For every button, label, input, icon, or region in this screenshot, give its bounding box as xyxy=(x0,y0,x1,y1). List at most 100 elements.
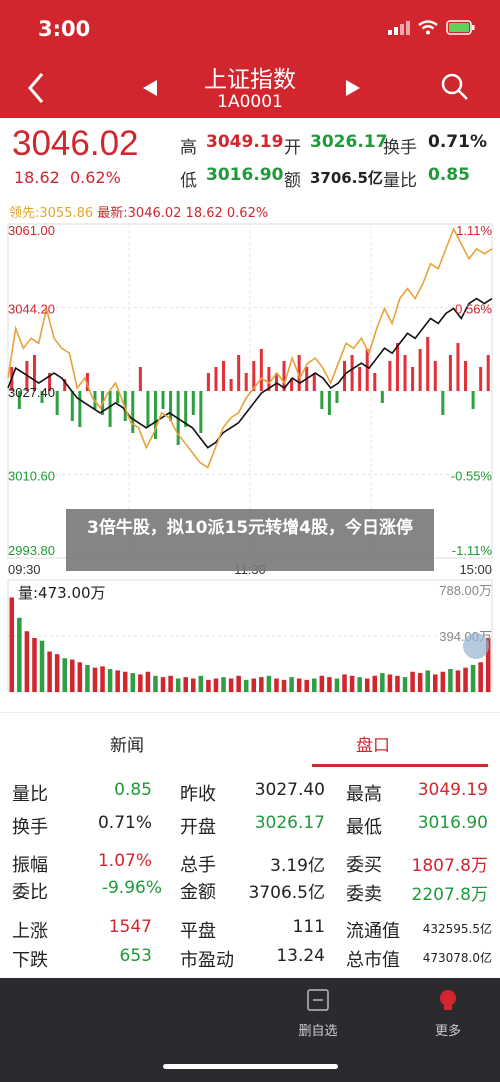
stat-label: 总手 xyxy=(180,855,216,876)
remove-watchlist-button[interactable]: 删自选 xyxy=(290,988,346,1039)
volume-bar xyxy=(357,677,362,692)
volume-bar xyxy=(198,675,204,692)
volume-bar xyxy=(39,640,45,692)
y-tick-label-right: -0.55% xyxy=(451,469,493,484)
stat-value: 3049.19 xyxy=(417,780,488,800)
change-bar xyxy=(169,391,173,421)
change-bar xyxy=(426,337,430,391)
change-bar xyxy=(411,367,415,391)
volume-bar xyxy=(281,679,287,692)
stat-value: 1807.8万 xyxy=(411,856,488,876)
change-bar xyxy=(259,349,263,391)
change-bar xyxy=(335,391,339,403)
change-bar xyxy=(448,355,452,391)
change-bar xyxy=(199,391,203,433)
volume-bar xyxy=(138,674,143,692)
news-popup[interactable]: 3倍牛股，拟10派15元转增4股，今日涨停 xyxy=(66,509,434,571)
change-bar xyxy=(373,373,377,391)
volume-bar xyxy=(387,674,393,692)
volume-bar xyxy=(130,673,136,692)
change-bar xyxy=(433,361,437,391)
more-icon xyxy=(440,990,456,1010)
change-bar xyxy=(464,361,468,391)
stat-value: 13.24 xyxy=(276,946,325,966)
volume-bar xyxy=(455,670,461,692)
home-indicator xyxy=(163,1064,338,1069)
volume-bar xyxy=(266,675,272,692)
change-bar xyxy=(479,367,483,391)
volume-bar xyxy=(221,677,226,692)
volume-tick: 788.00万 xyxy=(439,583,492,598)
volume-bar xyxy=(463,667,468,692)
change-bar xyxy=(78,391,82,427)
change-bar xyxy=(456,343,460,391)
change-bar xyxy=(441,391,445,415)
volume-bar xyxy=(183,677,188,692)
volume-bar xyxy=(289,677,294,692)
volume-bar xyxy=(251,678,257,692)
change-bar xyxy=(365,349,369,391)
tab-handicap[interactable]: 盘口 xyxy=(356,731,390,756)
stat-value: 3.19亿 xyxy=(270,856,325,876)
y-tick-label: 3061.00 xyxy=(8,223,55,238)
y-tick-label: 3044.20 xyxy=(8,302,55,317)
volume-bar xyxy=(206,679,211,692)
volume-label: 量:473.00万 xyxy=(18,584,106,602)
stat-label: 振幅 xyxy=(12,855,48,876)
more-button[interactable]: 更多 xyxy=(420,988,476,1039)
x-tick-label: 15:00 xyxy=(459,562,492,577)
stat-value: 111 xyxy=(292,917,325,937)
change-bar xyxy=(108,391,112,427)
stat-value: 1.07% xyxy=(97,851,152,871)
y-tick-label-right: -1.11% xyxy=(452,543,493,558)
change-bar xyxy=(191,391,195,415)
volume-bar xyxy=(236,675,241,692)
change-bar xyxy=(131,391,135,433)
expand-icon xyxy=(463,633,489,659)
volume-bar xyxy=(478,662,483,692)
volume-bar xyxy=(145,671,151,692)
change-bar xyxy=(237,355,241,391)
volume-bar xyxy=(122,671,128,692)
volume-bar xyxy=(175,678,181,692)
volume-bar xyxy=(9,597,15,692)
volume-bar xyxy=(213,678,219,692)
volume-bar xyxy=(160,677,166,692)
stat-value: -9.96% xyxy=(101,878,162,898)
volume-bar xyxy=(191,678,196,692)
stat-value: 1547 xyxy=(108,917,152,937)
volume-bar xyxy=(349,675,355,692)
change-bar xyxy=(486,355,490,391)
y-tick-label: 3027.40 xyxy=(8,385,55,400)
volume-bar xyxy=(433,674,438,692)
stat-value: 473078.0亿 xyxy=(422,951,492,965)
volume-bar xyxy=(85,665,90,692)
volume-bar xyxy=(364,678,370,692)
stat-value: 0.71% xyxy=(97,813,152,833)
y-tick-label: 2993.80 xyxy=(8,543,55,558)
volume-bar xyxy=(17,617,22,692)
stat-label: 最低 xyxy=(346,817,382,838)
stat-label: 上涨 xyxy=(12,921,48,942)
volume-bar xyxy=(243,679,249,692)
volume-bar xyxy=(100,666,105,692)
change-bar xyxy=(312,373,316,391)
active-tab-indicator xyxy=(312,764,488,767)
change-bar xyxy=(395,343,399,391)
volume-bar xyxy=(304,679,309,692)
stat-label: 换手 xyxy=(12,817,48,838)
tab-news[interactable]: 新闻 xyxy=(110,731,144,756)
volume-bar xyxy=(24,631,30,692)
stat-value: 653 xyxy=(119,946,152,966)
volume-bar xyxy=(77,662,83,692)
change-bar xyxy=(206,373,210,391)
volume-bar xyxy=(47,651,52,692)
stat-label: 委买 xyxy=(346,855,382,876)
change-bar xyxy=(138,367,142,391)
intraday-chart[interactable]: 3061.00 3044.20 3027.40 3010.60 2993.80 1.11%… xyxy=(0,0,500,712)
stat-value: 2207.8万 xyxy=(411,885,488,905)
volume-bar xyxy=(312,678,317,692)
volume-bar xyxy=(70,659,75,692)
change-bar xyxy=(184,391,188,427)
change-bar xyxy=(358,367,362,391)
